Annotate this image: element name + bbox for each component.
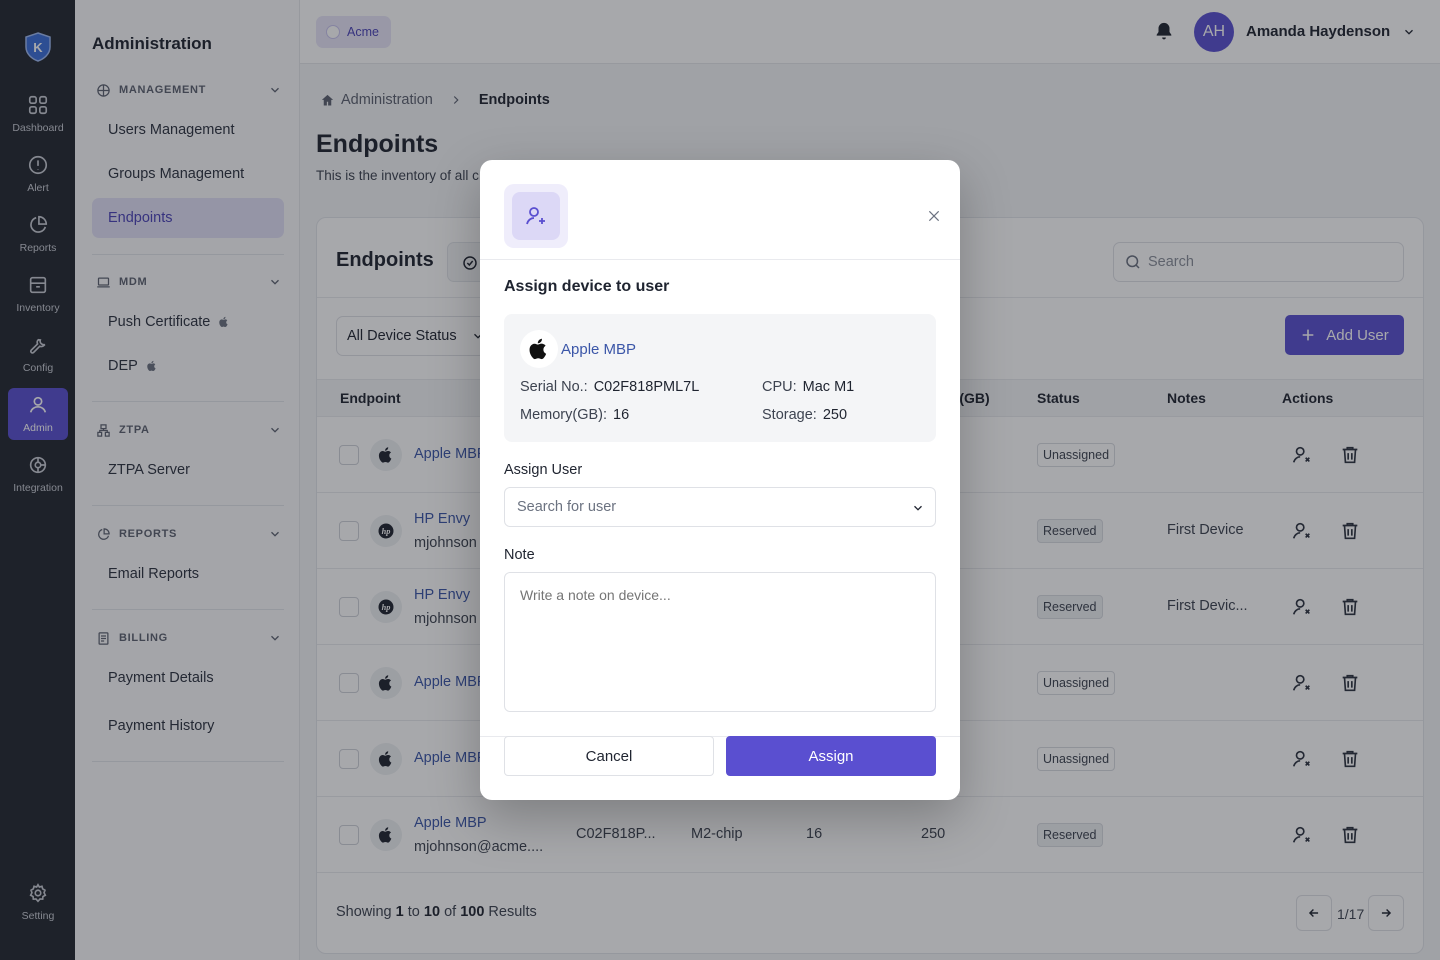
note-label: Note	[504, 547, 535, 563]
add-user-icon	[526, 207, 545, 225]
spec-value: Mac M1	[802, 379, 855, 395]
select-placeholder: Search for user	[517, 499, 617, 515]
note-textarea[interactable]	[504, 572, 936, 712]
spec-label: Serial No.:	[520, 379, 588, 395]
divider	[480, 259, 960, 260]
memory-spec: Memory(GB): 16	[520, 407, 629, 423]
assign-device-modal: Assign device to user Apple MBP Serial N…	[480, 160, 960, 800]
spec-value: C02F818PML7L	[593, 379, 700, 395]
spec-label: Storage:	[762, 407, 817, 423]
chevron-down-icon	[914, 505, 922, 511]
assign-user-label: Assign User	[504, 462, 583, 478]
modal-header-icon	[504, 184, 568, 248]
serial-spec: Serial No.: C02F818PML7L	[520, 379, 699, 395]
storage-spec: Storage: 250	[762, 407, 847, 423]
apple-icon	[520, 330, 558, 368]
modal-title: Assign device to user	[504, 278, 670, 295]
user-search-select[interactable]: Search for user	[504, 487, 936, 527]
spec-value: 250	[822, 407, 848, 423]
cancel-button[interactable]: Cancel	[504, 736, 714, 776]
device-name: Apple MBP	[561, 341, 637, 358]
spec-value: 16	[613, 407, 630, 423]
cpu-spec: CPU: Mac M1	[762, 379, 854, 395]
device-summary: Apple MBP Serial No.: C02F818PML7L CPU: Ma…	[504, 314, 936, 442]
assign-button[interactable]: Assign	[726, 736, 936, 776]
spec-label: Memory(GB):	[520, 407, 607, 423]
close-icon[interactable]	[926, 208, 942, 224]
spec-label: CPU:	[762, 379, 797, 395]
